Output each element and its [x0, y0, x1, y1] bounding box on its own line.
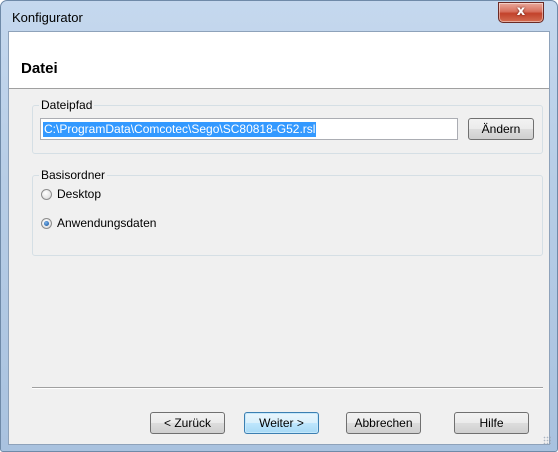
radio-desktop-label: Desktop — [57, 187, 102, 201]
resize-grip-icon[interactable] — [543, 436, 551, 444]
radio-icon[interactable] — [41, 189, 52, 200]
window-title: Konfigurator — [12, 10, 83, 25]
dialog-client-area: Datei Dateipfad C:\ProgramData\Comcotec\… — [8, 31, 551, 445]
page-title: Datei — [21, 60, 58, 77]
dialog-window: Konfigurator x Datei Dateipfad C:\Progra… — [0, 0, 558, 452]
title-bar[interactable]: Konfigurator x — [1, 1, 557, 31]
close-button[interactable]: x — [498, 2, 544, 23]
file-path-value: C:\ProgramData\Comcotec\Sego\SC80818-G52… — [43, 122, 317, 137]
base-folder-group-label: Basisordner — [39, 168, 108, 182]
radio-application-data-label: Anwendungsdaten — [57, 216, 157, 230]
change-button[interactable]: Ändern — [468, 118, 534, 140]
radio-selected-indicator — [44, 221, 49, 226]
file-path-input[interactable]: C:\ProgramData\Comcotec\Sego\SC80818-G52… — [40, 118, 458, 140]
next-button[interactable]: Weiter > — [244, 412, 319, 434]
file-path-group-label: Dateipfad — [39, 98, 95, 112]
radio-icon[interactable] — [41, 218, 52, 229]
back-button[interactable]: < Zurück — [150, 412, 225, 434]
help-button[interactable]: Hilfe — [454, 412, 529, 434]
close-icon: x — [516, 4, 526, 19]
page-header: Datei — [9, 32, 549, 89]
footer-separator — [32, 387, 543, 389]
cancel-button[interactable]: Abbrechen — [346, 412, 421, 434]
